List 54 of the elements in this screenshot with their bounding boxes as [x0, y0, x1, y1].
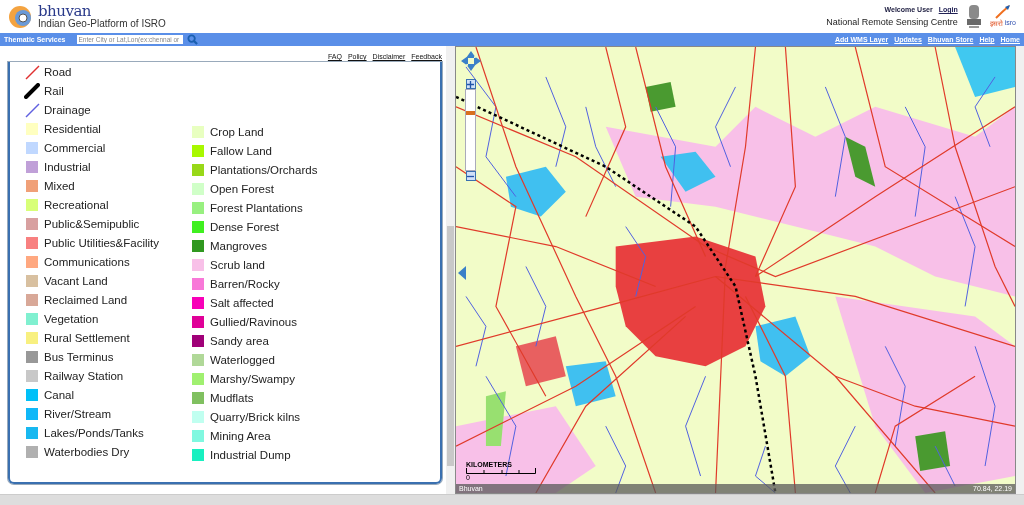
legend-label: River/Stream — [44, 407, 112, 420]
legend-label: Canal — [44, 388, 75, 401]
legend-label: Barren/Rocky — [210, 277, 280, 290]
legend-label: Forest Plantations — [210, 201, 303, 214]
scale-bar-icon — [466, 468, 536, 474]
legend-label: Quarry/Brick kilns — [210, 410, 301, 423]
page-scrollbar[interactable] — [1016, 46, 1024, 494]
legend-label: Public&Semipublic — [44, 217, 140, 230]
legend-label: Scrub land — [210, 258, 265, 271]
legend-label: Rail — [44, 84, 64, 97]
zoom-slider[interactable] — [465, 89, 476, 171]
legend-label: Crop Land — [210, 125, 264, 138]
search-icon[interactable] — [187, 34, 199, 45]
legend-label: Rural Settlement — [44, 331, 130, 344]
legend-label: Waterbodies Dry — [44, 445, 130, 458]
legend-label: Public Utilities&Facility — [44, 236, 160, 249]
legend-label: Mangroves — [210, 239, 267, 252]
legend-label: Commercial — [44, 141, 106, 154]
legend-label: Vacant Land — [44, 274, 108, 287]
legend-label: Reclaimed Land — [44, 293, 128, 306]
legend-label: Mudflats — [210, 391, 254, 404]
legend-label: Sandy area — [210, 334, 269, 347]
zoom-slider-thumb[interactable] — [466, 111, 475, 116]
pan-control-icon[interactable] — [461, 51, 481, 71]
site-subtitle: Indian Geo-Platform of ISRO — [38, 19, 166, 29]
legend-label: Drainage — [44, 103, 91, 116]
legend-label: Lakes/Ponds/Tanks — [44, 426, 144, 439]
legend-label: Salt affected — [210, 296, 274, 309]
plus-icon — [467, 80, 474, 88]
legend-label: Open Forest — [210, 182, 274, 195]
legend-label: Industrial Dump — [210, 448, 291, 461]
zoom-in-button[interactable] — [465, 79, 476, 89]
legend-label: Residential — [44, 122, 101, 135]
vertical-scrollbar[interactable] — [446, 46, 455, 494]
horizontal-scrollbar[interactable] — [0, 494, 1024, 505]
zoom-out-button[interactable] — [465, 171, 476, 181]
site-logo-title: bhuvan — [38, 4, 91, 19]
legend-label: Recreational — [44, 198, 109, 211]
legend-label: Communications — [44, 255, 130, 268]
legend-label: Marshy/Swampy — [210, 372, 295, 385]
legend-label: Road — [44, 65, 72, 78]
legend-label: Fallow Land — [210, 144, 272, 157]
collapse-panel-icon[interactable] — [458, 266, 466, 280]
legend-label: Gullied/Ravinous — [210, 315, 297, 328]
legend-label: Bus Terminus — [44, 350, 114, 363]
legend-label: Mixed — [44, 179, 75, 192]
legend-label: Waterlogged — [210, 353, 275, 366]
legend-label: Railway Station — [44, 369, 124, 382]
legend-label: Vegetation — [44, 312, 99, 325]
organisation-name: National Remote Sensing Centre — [826, 17, 958, 27]
legend-label: Mining Area — [210, 429, 271, 442]
legend-label: Plantations/Orchards — [210, 163, 318, 176]
legend-label: Dense Forest — [210, 220, 280, 233]
legend-label: Industrial — [44, 160, 91, 173]
